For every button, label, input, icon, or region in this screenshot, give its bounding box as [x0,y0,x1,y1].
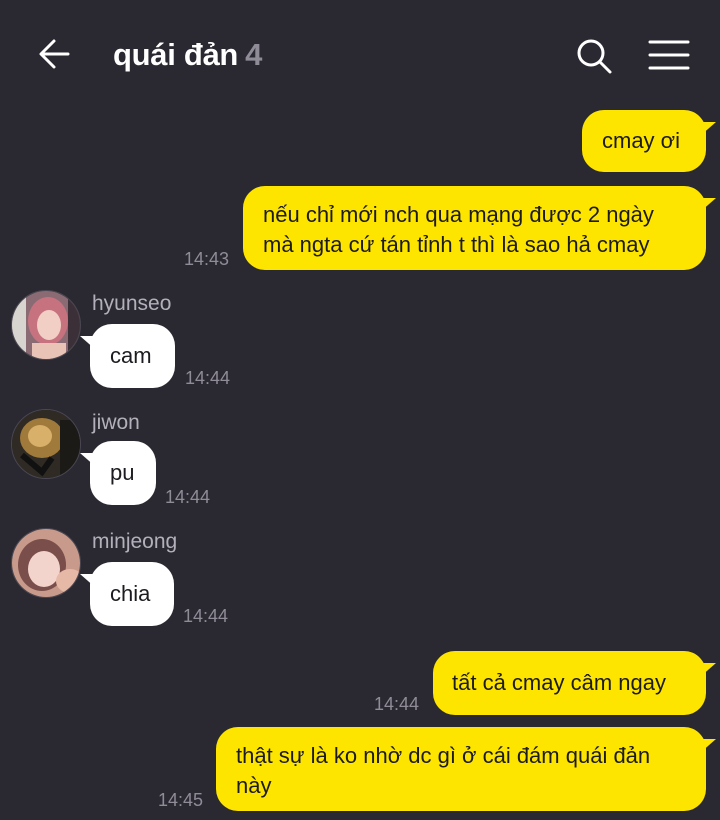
message-text: chia [110,581,151,606]
message-bubble-outgoing[interactable]: thật sự là ko nhờ dc gì ở cái đám quái đ… [216,727,706,811]
profile-photo-icon [12,291,80,359]
bubble-tail [700,198,716,212]
sender-name: jiwon [92,411,140,434]
bubble-tail [700,122,716,136]
message-timestamp: 14:45 [158,790,204,810]
message-text: cam [110,343,152,368]
bubble-tail [80,453,96,467]
profile-photo-icon [12,529,80,597]
chat-title: quái đản 4 [113,37,262,73]
message-text: pu [110,460,135,485]
bubble-tail [700,663,716,677]
profile-photo-icon [12,410,80,478]
bubble-tail [700,739,716,753]
menu-icon [648,40,690,70]
sender-name: hyunseo [92,292,172,315]
message-timestamp: 14:44 [183,606,229,626]
message-timestamp: 14:43 [184,249,230,269]
member-count: 4 [245,37,263,72]
search-icon [577,39,612,74]
bubble-tail [80,574,96,588]
chat-header: quái đản 4 [0,0,720,110]
message-bubble-incoming[interactable]: chia [90,562,174,626]
message-bubble-incoming[interactable]: cam [90,324,175,388]
menu-button[interactable] [646,34,692,78]
sender-name: minjeong [92,530,178,553]
chat-name: quái đản [113,37,239,72]
message-timestamp: 14:44 [374,694,420,714]
back-button[interactable] [30,34,78,74]
message-text: tất cả cmay câm ngay [452,670,666,695]
message-text: cmay ơi [602,128,680,153]
message-bubble-outgoing[interactable]: tất cả cmay câm ngay [433,651,706,715]
avatar-jiwon[interactable] [11,409,81,479]
search-button[interactable] [572,34,616,78]
avatar-minjeong[interactable] [11,528,81,598]
arrow-left-icon [39,39,70,69]
avatar-hyunseo[interactable] [11,290,81,360]
message-timestamp: 14:44 [165,487,211,507]
message-bubble-incoming[interactable]: pu [90,441,156,505]
bubble-tail [80,336,96,350]
message-bubble-outgoing[interactable]: cmay ơi [582,110,706,172]
message-text: nếu chỉ mới nch qua mạng được 2 ngày mà … [263,202,654,257]
message-bubble-outgoing[interactable]: nếu chỉ mới nch qua mạng được 2 ngày mà … [243,186,706,270]
message-timestamp: 14:44 [185,368,231,388]
message-text: thật sự là ko nhờ dc gì ở cái đám quái đ… [236,743,651,798]
